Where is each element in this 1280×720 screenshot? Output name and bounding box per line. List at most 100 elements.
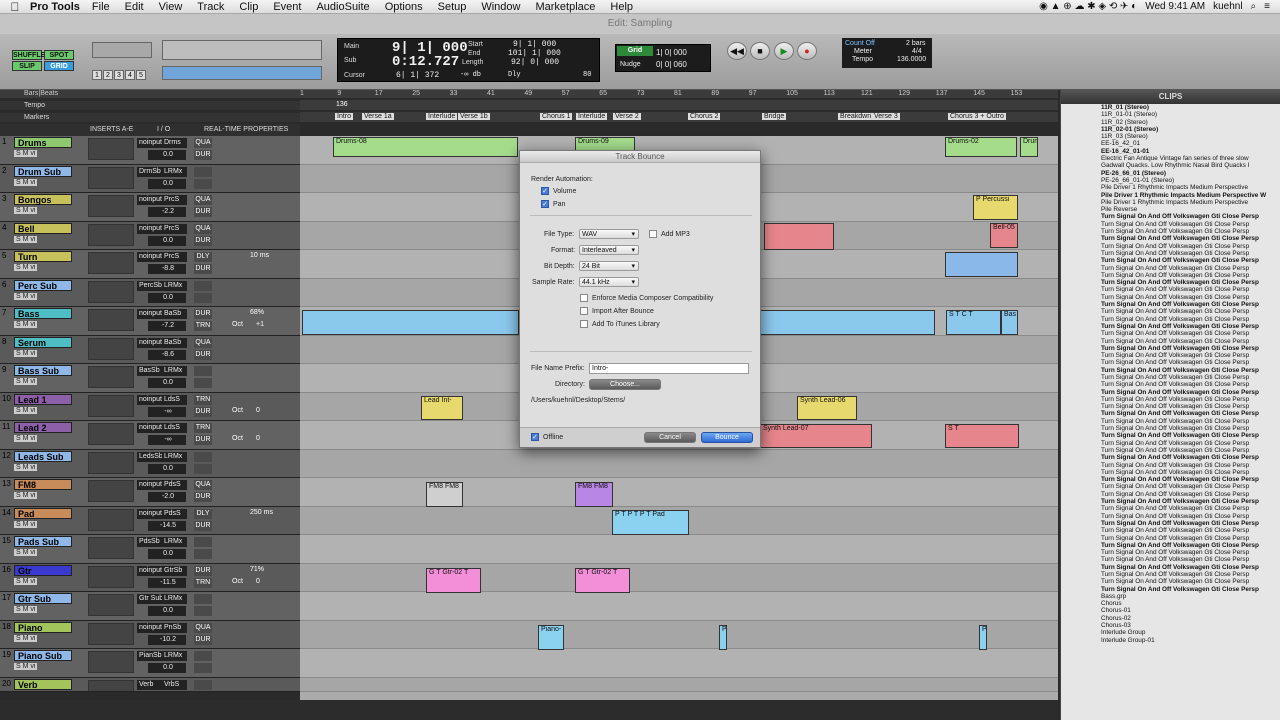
track-pad[interactable]: 14 Pad S M vi noinput PdsS -14.5 DLY DUR 250 ms xyxy=(0,507,300,535)
output-select[interactable]: VrbS xyxy=(162,680,186,690)
menu-help[interactable]: Help xyxy=(610,1,633,13)
rtp-duration-button[interactable]: DUR xyxy=(194,264,212,274)
volume-value[interactable]: 0.0 xyxy=(148,150,186,160)
rtp-button[interactable]: DUR xyxy=(194,309,212,319)
rtp-duration-button[interactable] xyxy=(194,549,212,559)
clip-list-item[interactable]: Turn Signal On And Off Volkswagen Gti Cl… xyxy=(1061,330,1280,337)
track-perc-sub[interactable]: 6 Perc Sub S M vi PercSb LRMx 0.0 xyxy=(0,279,300,307)
clip[interactable]: S T C T xyxy=(946,310,1001,335)
clip[interactable]: G T Gtr-02 T xyxy=(575,568,630,593)
start-value[interactable]: 9| 1| 000 xyxy=(513,40,556,49)
rtp-duration-button[interactable]: DUR xyxy=(194,350,212,360)
clip-list-item[interactable]: Turn Signal On And Off Volkswagen Gti Cl… xyxy=(1061,440,1280,447)
solo-mute-buttons[interactable]: S M vi xyxy=(14,435,38,442)
clip-list-item[interactable]: Turn Signal On And Off Volkswagen Gti Cl… xyxy=(1061,213,1280,220)
rtp-button[interactable] xyxy=(194,452,212,462)
user-name[interactable]: kuehnl xyxy=(1213,1,1242,12)
track-name[interactable]: Verb xyxy=(14,679,72,690)
solo-mute-buttons[interactable]: S M vi xyxy=(14,606,38,613)
menu-track[interactable]: Track xyxy=(197,1,224,13)
clip-list-item[interactable]: Turn Signal On And Off Volkswagen Gti Cl… xyxy=(1061,345,1280,352)
format-select[interactable]: Interleaved ▾ xyxy=(579,245,639,255)
clip[interactable] xyxy=(764,223,834,250)
clip-list-item[interactable]: Turn Signal On And Off Volkswagen Gti Cl… xyxy=(1061,571,1280,578)
clip-list-item[interactable]: Turn Signal On And Off Volkswagen Gti Cl… xyxy=(1061,527,1280,534)
solo-mute-buttons[interactable]: S M vi xyxy=(14,521,38,528)
clip-list-item[interactable]: PE-26_66_01-01 (Stereo) xyxy=(1061,177,1280,184)
output-select[interactable]: LdsS xyxy=(162,423,186,433)
clip[interactable]: G T Gtr-02 T xyxy=(426,568,481,593)
rtp-duration-button[interactable] xyxy=(194,293,212,303)
output-select[interactable]: LRMx xyxy=(162,366,186,376)
solo-mute-buttons[interactable]: S M vi xyxy=(14,578,38,585)
clip-list-item[interactable]: Chorus-01 xyxy=(1061,607,1280,614)
clip-list-item[interactable]: 11R_01-01 (Stereo) xyxy=(1061,111,1280,118)
clip[interactable]: Drum xyxy=(1020,137,1038,157)
inserts-slots[interactable] xyxy=(88,281,134,303)
grid-value[interactable]: 1| 0| 000 xyxy=(656,48,687,57)
track-name[interactable]: Perc Sub xyxy=(14,280,72,291)
track-name[interactable]: Bass xyxy=(14,308,72,319)
rtp-button[interactable]: TRN xyxy=(194,395,212,405)
volume-value[interactable]: 0.0 xyxy=(148,378,186,388)
output-select[interactable]: LRMx xyxy=(162,537,186,547)
file-prefix-input[interactable]: Intro- xyxy=(589,363,749,374)
clip-list-item[interactable]: EE-16_42_01-01 xyxy=(1061,148,1280,155)
solo-mute-buttons[interactable]: S M vi xyxy=(14,207,38,214)
grid-label[interactable]: Grid xyxy=(617,46,653,56)
inserts-slots[interactable] xyxy=(88,423,134,445)
marker[interactable]: Verse 1a xyxy=(362,113,394,120)
track-name[interactable]: Drum Sub xyxy=(14,166,72,177)
clip-list-item[interactable]: EE-16_42_01 xyxy=(1061,140,1280,147)
volume-checkbox[interactable]: ✓ Volume xyxy=(541,187,576,195)
rtp-button[interactable]: QUA xyxy=(194,195,212,205)
solo-mute-buttons[interactable]: S M vi xyxy=(14,350,38,357)
rtp-extra-value[interactable]: 10 ms xyxy=(250,252,269,259)
zoom-preset-2[interactable]: 2 xyxy=(103,70,113,80)
volume-value[interactable]: 0.0 xyxy=(148,606,186,616)
rtp-button[interactable]: QUA xyxy=(194,224,212,234)
zoom-preset-1[interactable]: 1 xyxy=(92,70,102,80)
clip-list-item[interactable]: Turn Signal On And Off Volkswagen Gti Cl… xyxy=(1061,250,1280,257)
rtp-button[interactable] xyxy=(194,594,212,604)
clip[interactable]: S T xyxy=(945,424,1019,448)
clip[interactable]: P xyxy=(979,625,987,650)
rewind-icon[interactable]: ◀◀ xyxy=(727,42,747,60)
menu-audiosuite[interactable]: AudioSuite xyxy=(316,1,369,13)
solo-mute-buttons[interactable]: S M vi xyxy=(14,492,38,499)
rtp-button[interactable] xyxy=(194,651,212,661)
menu-marketplace[interactable]: Marketplace xyxy=(535,1,595,13)
clip-list-item[interactable]: Turn Signal On And Off Volkswagen Gti Cl… xyxy=(1061,235,1280,242)
cancel-button[interactable]: Cancel xyxy=(644,432,696,443)
rtp-button[interactable] xyxy=(194,537,212,547)
clip-list-item[interactable]: Turn Signal On And Off Volkswagen Gti Cl… xyxy=(1061,498,1280,505)
clip-list-item[interactable]: Turn Signal On And Off Volkswagen Gti Cl… xyxy=(1061,221,1280,228)
app-menu[interactable]: Pro Tools xyxy=(30,1,80,13)
track-name[interactable]: FM8 xyxy=(14,479,72,490)
output-select[interactable]: LRMx xyxy=(162,452,186,462)
rtp-button[interactable]: DUR xyxy=(194,566,212,576)
track-name[interactable]: Bass Sub xyxy=(14,365,72,376)
marker[interactable]: Bridge xyxy=(762,113,787,120)
count-off-label[interactable]: Count Off xyxy=(845,40,875,47)
rtp-duration-button[interactable] xyxy=(194,179,212,189)
rtp-duration-button[interactable]: DUR xyxy=(194,492,212,502)
rtp-button[interactable] xyxy=(194,167,212,177)
clip-list-item[interactable]: Turn Signal On And Off Volkswagen Gti Cl… xyxy=(1061,316,1280,323)
inserts-slots[interactable] xyxy=(88,651,134,673)
track-verb[interactable]: 20VerbS M viVerbVrbS0.0 xyxy=(0,678,300,692)
track-name[interactable]: Leads Sub xyxy=(14,451,72,462)
solo-mute-buttons[interactable]: S M vi xyxy=(14,635,38,642)
rtp-button[interactable]: QUA xyxy=(194,623,212,633)
pre-roll-value[interactable]: -∞ db xyxy=(460,71,481,79)
volume-value[interactable]: -10.2 xyxy=(148,635,186,645)
output-select[interactable]: LRMx xyxy=(162,651,186,661)
output-select[interactable]: PnSb xyxy=(162,623,186,633)
rtp-duration-button[interactable] xyxy=(194,606,212,616)
clip-list-item[interactable]: Turn Signal On And Off Volkswagen Gti Cl… xyxy=(1061,352,1280,359)
track-bass[interactable]: 7 Bass S M vi noinput BaSb -7.2 DUR TRN 68% Oct +1 xyxy=(0,307,300,336)
clip-list-item[interactable]: Turn Signal On And Off Volkswagen Gti Cl… xyxy=(1061,586,1280,593)
slip-mode-button[interactable]: SLIP xyxy=(12,61,42,71)
clip-list-item[interactable]: Pile Driver 1 Rhythmic Impacts Medium Pe… xyxy=(1061,199,1280,206)
clip-list-item[interactable]: Turn Signal On And Off Volkswagen Gti Cl… xyxy=(1061,542,1280,549)
